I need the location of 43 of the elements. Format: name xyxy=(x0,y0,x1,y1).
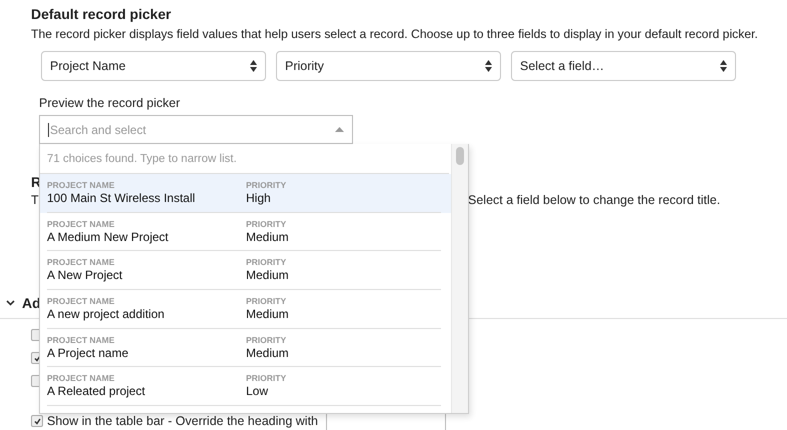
field-label: PRIORITY xyxy=(246,180,288,190)
priority-value: Medium xyxy=(246,344,290,361)
field-label: PROJECT NAME xyxy=(47,334,116,345)
checkmark-icon xyxy=(34,418,40,424)
project-name: A Project name xyxy=(47,344,130,361)
checkmark-icon xyxy=(34,354,40,362)
section-description: The record picker displays field values that help users select a record. Choose up to three fields to display in your default record picker. xyxy=(31,26,759,42)
field-label: PRIORITY xyxy=(246,334,288,345)
priority-value: High xyxy=(246,190,272,206)
checkbox[interactable] xyxy=(31,415,43,427)
field-label: PROJECT NAME xyxy=(47,373,116,384)
record-option[interactable]: PROJECT NAME 100 Main St Wireless Install PRIORITY High xyxy=(40,174,451,213)
updown-icon xyxy=(485,60,492,72)
section-description: T xyxy=(31,192,39,208)
field-label: PROJECT NAME xyxy=(47,257,116,268)
section-title: Default record picker xyxy=(31,6,172,22)
project-name: A Releated project xyxy=(47,383,146,400)
field-select[interactable]: Select a field… xyxy=(511,51,736,81)
field-label: PROJECT NAME xyxy=(47,180,116,190)
section-description: Select a field below to change the record title. xyxy=(468,192,720,208)
field-label: PROJECT NAME xyxy=(47,218,116,229)
field-label: PROJECT NAME xyxy=(47,296,116,306)
priority-value: Medium xyxy=(246,267,290,284)
field-label: PRIORITY xyxy=(246,296,288,306)
scrollbar[interactable] xyxy=(451,144,468,413)
field-label: PRIORITY xyxy=(246,257,288,268)
priority-value: Medium xyxy=(246,306,290,322)
field-label: PRIORITY xyxy=(246,218,288,229)
updown-icon xyxy=(250,60,257,72)
field-label: PRIORITY xyxy=(246,373,288,384)
priority-value: Low xyxy=(246,383,270,400)
checkbox-label: Show in the table bar - Override the heading with xyxy=(47,414,318,428)
search-box[interactable]: Search and select xyxy=(39,115,353,144)
field-select[interactable]: Project Name xyxy=(41,51,266,81)
field-select[interactable]: Priority xyxy=(276,51,501,81)
project-name: A Medium New Project xyxy=(47,228,170,245)
chevron-icon[interactable] xyxy=(6,300,15,306)
priority-value: Medium xyxy=(246,228,290,245)
preview-label: Preview the record picker xyxy=(39,96,182,110)
updown-icon xyxy=(720,60,727,72)
project-name: 100 Main St Wireless Install xyxy=(47,190,196,206)
project-name: A new project addition xyxy=(47,306,166,322)
project-name: A New Project xyxy=(47,267,124,284)
